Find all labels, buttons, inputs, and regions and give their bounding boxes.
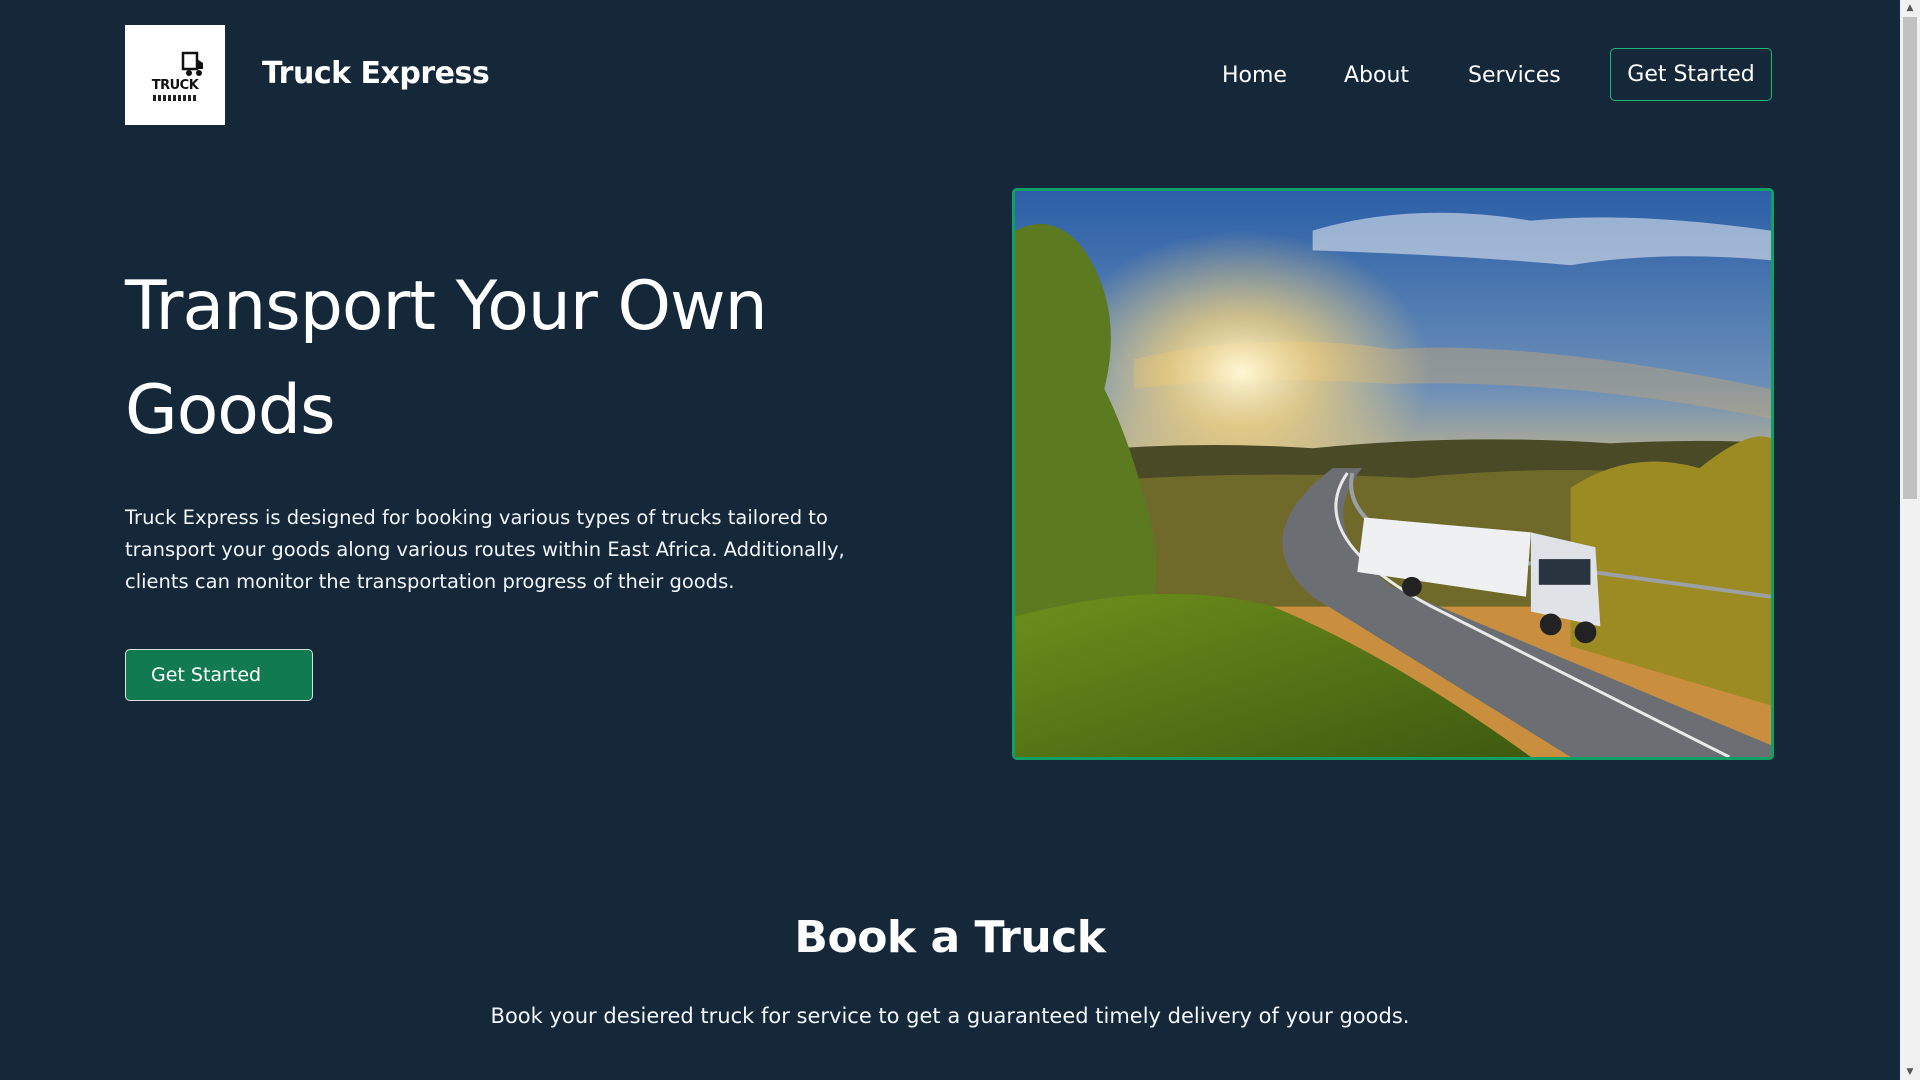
logo-stripes: [153, 95, 197, 101]
truck-icon: [181, 51, 203, 76]
logo-text: TRUCK: [151, 78, 199, 93]
scroll-down-icon[interactable]: ▼: [1900, 1064, 1920, 1080]
scroll-thumb[interactable]: [1903, 17, 1917, 499]
hero-description: Truck Express is designed for booking va…: [125, 506, 845, 593]
vertical-scrollbar[interactable]: ▲ ▼: [1900, 0, 1920, 1080]
truck-highway-photo-icon: [1015, 191, 1771, 757]
hero-title: Transport Your Own Goods: [125, 267, 768, 450]
book-section-subtitle: Book your desiered truck for service to …: [490, 1004, 1410, 1028]
nav-home[interactable]: Home: [1222, 63, 1287, 88]
nav-services[interactable]: Services: [1468, 63, 1561, 88]
book-section-title: Book a Truck: [794, 912, 1106, 963]
nav-get-started-button[interactable]: Get Started: [1610, 48, 1772, 101]
hero-get-started-button[interactable]: Get Started: [125, 649, 313, 701]
hero-image: [1012, 188, 1774, 760]
truck-logo-icon: TRUCK: [143, 49, 207, 101]
logo[interactable]: TRUCK: [125, 25, 225, 125]
nav-about[interactable]: About: [1344, 63, 1409, 88]
page: TRUCK Truck Express Home About Services …: [0, 0, 1900, 1080]
scroll-up-icon[interactable]: ▲: [1900, 0, 1920, 16]
brand-name[interactable]: Truck Express: [262, 56, 490, 91]
